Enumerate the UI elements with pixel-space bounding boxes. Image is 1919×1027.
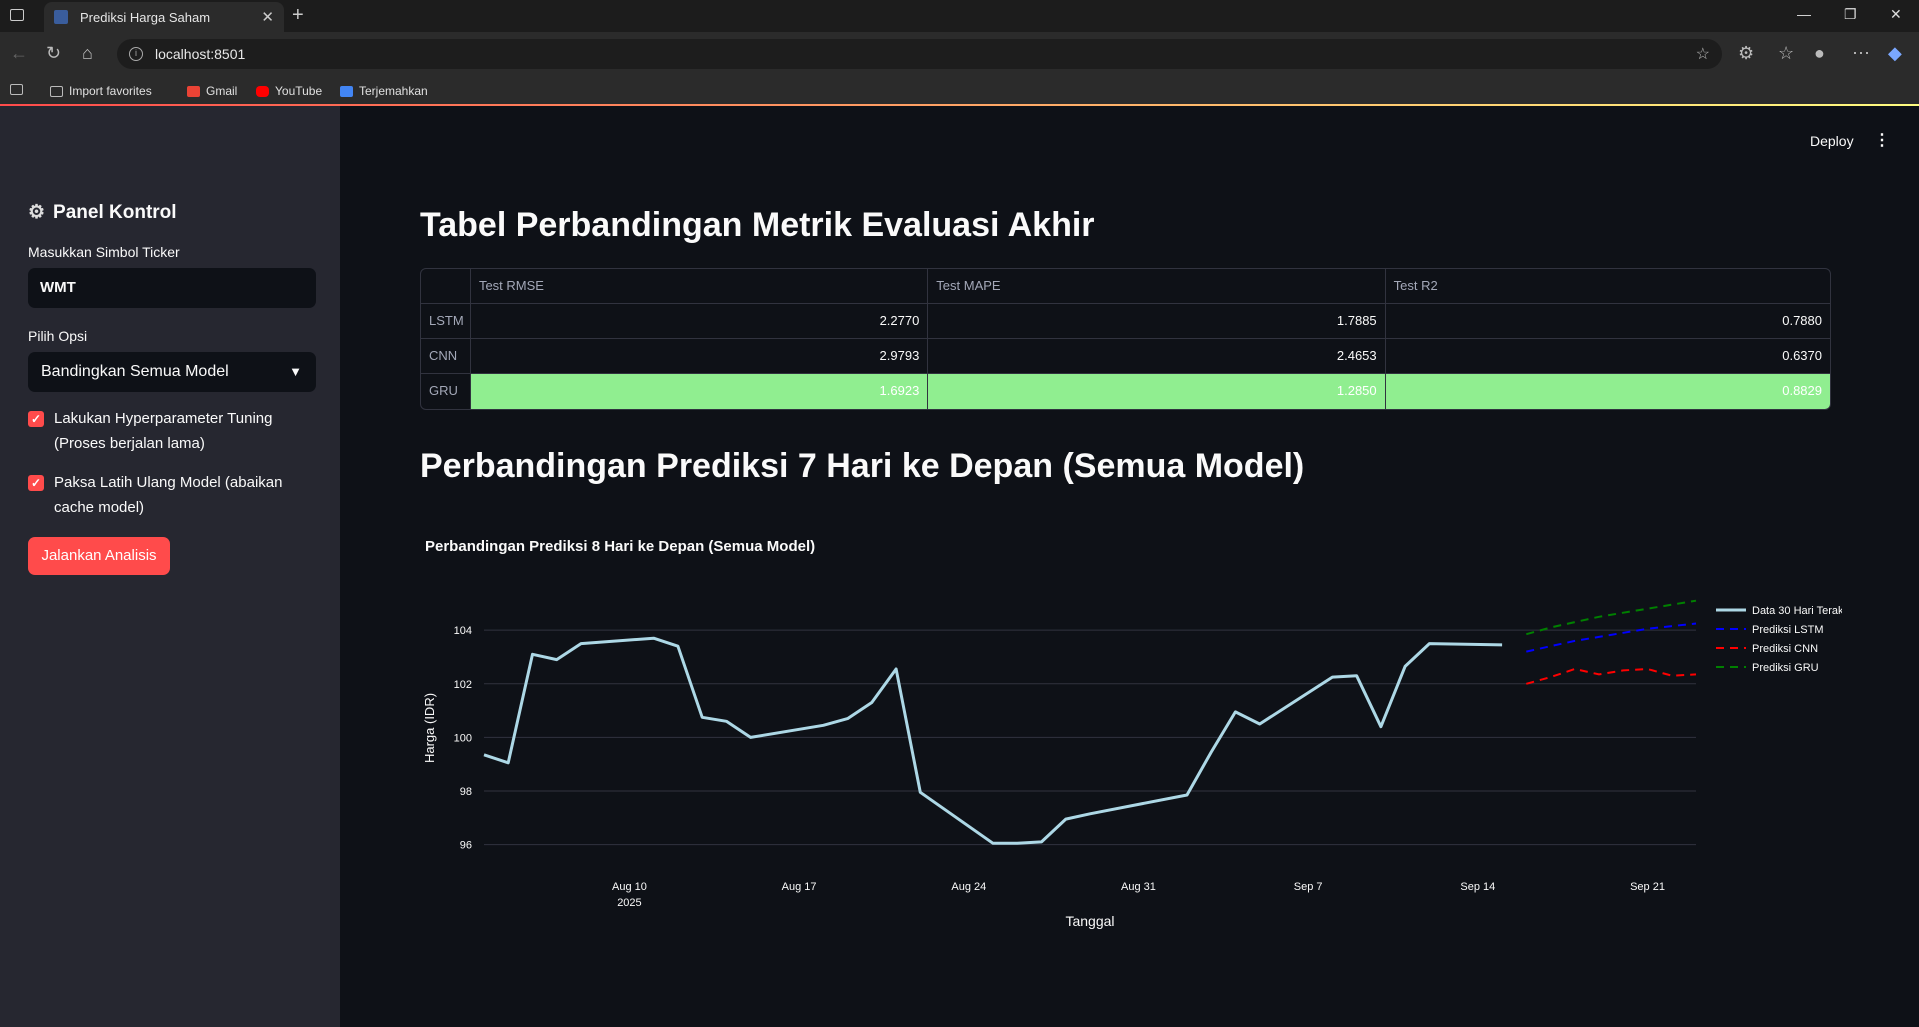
- y-axis-label: Harga (IDR): [422, 693, 437, 763]
- tab-bar: Prediksi Harga Saham ✕ + — ❐ ✕: [0, 0, 1919, 32]
- y-tick-label: 102: [454, 679, 472, 691]
- x-axis-label: Tanggal: [1065, 913, 1114, 929]
- series-line-prediksi-gru: [1526, 599, 1697, 636]
- nav-bar: ← ↻ ⌂ i localhost:8501 ☆ ⚙ ☆ ● ⋯ ◆: [0, 32, 1919, 76]
- series-line-prediksi-lstm: [1526, 622, 1697, 653]
- bookmark-youtube[interactable]: YouTube: [256, 84, 322, 98]
- table-row: LSTM 2.2770 1.7885 0.7880: [421, 304, 1830, 339]
- reload-icon[interactable]: ↻: [46, 43, 61, 64]
- forecast-chart: Perbandingan Prediksi 8 Hari ke Depan (S…: [422, 538, 1842, 958]
- legend-label: Prediksi GRU: [1752, 662, 1819, 674]
- forecast-heading: Perbandingan Prediksi 7 Hari ke Depan (S…: [420, 447, 1305, 485]
- x-tick-label: Aug 10: [612, 881, 647, 893]
- favorite-star-icon[interactable]: ☆: [1696, 44, 1710, 64]
- deploy-button[interactable]: Deploy: [1810, 133, 1854, 149]
- address-bar[interactable]: i localhost:8501 ☆: [117, 39, 1722, 69]
- column-header[interactable]: Test RMSE: [471, 269, 929, 303]
- column-header[interactable]: Test MAPE: [928, 269, 1386, 303]
- table-cell: 2.2770: [471, 304, 929, 338]
- bookmarks-bar: Import favorites Gmail YouTube Terjemahk…: [0, 76, 1919, 106]
- table-cell: 2.9793: [471, 339, 929, 373]
- info-icon[interactable]: i: [129, 47, 143, 61]
- table-cell: 2.4653: [928, 339, 1386, 373]
- browser-chrome: Prediksi Harga Saham ✕ + — ❐ ✕ ← ↻ ⌂ i l…: [0, 0, 1919, 106]
- x-tick-label: Aug 31: [1121, 881, 1156, 893]
- gear-icon: ⚙: [28, 202, 46, 223]
- series-line-prediksi-cnn: [1526, 668, 1697, 685]
- x-tick-label: Sep 21: [1630, 881, 1665, 893]
- table-row: GRU 1.6923 1.2850 0.8829: [421, 374, 1830, 409]
- y-tick-label: 96: [460, 840, 472, 852]
- option-label: Pilih Opsi: [28, 328, 88, 344]
- restore-icon[interactable]: ❐: [1844, 6, 1857, 23]
- option-select[interactable]: Bandingkan Semua Model ▼: [28, 352, 316, 392]
- table-cell: 0.7880: [1782, 313, 1822, 328]
- series-line-data-30-hari-terakhir: [483, 636, 1503, 845]
- url-text: localhost:8501: [155, 46, 246, 62]
- chart-svg[interactable]: 96 98 100 102 104 Aug 10 2025 Aug 17 Aug 24 Aug 3…: [422, 538, 1842, 958]
- table-cell-highlighted: 1.6923: [470, 374, 929, 409]
- new-tab-icon[interactable]: +: [292, 4, 304, 27]
- table-header-row: Test RMSE Test MAPE Test R2: [421, 269, 1830, 304]
- y-tick-label: 100: [454, 732, 472, 744]
- import-icon: [50, 85, 63, 97]
- run-analysis-button[interactable]: Jalankan Analisis: [28, 537, 170, 575]
- row-index: CNN: [421, 339, 471, 373]
- x-tick-label: Aug 17: [782, 881, 817, 893]
- close-window-icon[interactable]: ✕: [1890, 6, 1902, 23]
- main-content: Deploy ⋮ Tabel Perbandingan Metrik Evalu…: [340, 106, 1919, 1027]
- y-tick-label: 104: [454, 625, 472, 637]
- tab-title: Prediksi Harga Saham: [80, 9, 211, 25]
- close-tab-icon[interactable]: ✕: [261, 8, 274, 26]
- bookmark-import-favorites[interactable]: Import favorites: [50, 84, 152, 98]
- copilot-icon[interactable]: ◆: [1888, 43, 1902, 64]
- row-index: GRU: [421, 374, 471, 409]
- table-row: CNN 2.9793 2.4653 0.6370: [421, 339, 1830, 374]
- legend-label: Prediksi CNN: [1752, 643, 1818, 655]
- chart-favicon-icon: [54, 10, 68, 24]
- metrics-table: Test RMSE Test MAPE Test R2 LSTM 2.2770 …: [420, 268, 1831, 410]
- bookmark-translate[interactable]: Terjemahkan: [340, 84, 428, 98]
- profile-avatar-icon[interactable]: ●: [1814, 43, 1825, 64]
- extensions-icon[interactable]: ⚙: [1738, 43, 1754, 64]
- ticker-input[interactable]: WMT: [28, 268, 316, 308]
- tab-actions-icon[interactable]: [10, 9, 24, 21]
- chevron-down-icon: ▼: [289, 364, 302, 379]
- bookmark-menu-icon[interactable]: [10, 84, 29, 95]
- sidebar: ⚙ Panel Kontrol Masukkan Simbol Ticker W…: [0, 106, 340, 1027]
- minimize-icon[interactable]: —: [1797, 6, 1811, 22]
- x-tick-sublabel: 2025: [617, 897, 641, 909]
- main-menu-icon[interactable]: ⋮: [1874, 130, 1890, 150]
- table-cell-highlighted: 1.2850: [928, 374, 1386, 409]
- legend-label: Prediksi LSTM: [1752, 624, 1824, 636]
- legend-label: Data 30 Hari Terakhir: [1752, 605, 1842, 617]
- tuning-checkbox-label[interactable]: Lakukan Hyperparameter Tuning (Proses be…: [54, 406, 304, 456]
- table-heading: Tabel Perbandingan Metrik Evaluasi Akhir: [420, 206, 1095, 244]
- column-header[interactable]: [421, 269, 471, 303]
- sidebar-title: ⚙ Panel Kontrol: [28, 201, 177, 224]
- column-header[interactable]: Test R2: [1386, 269, 1830, 303]
- table-cell-highlighted: 0.8829: [1385, 374, 1830, 409]
- more-menu-icon[interactable]: ⋯: [1852, 43, 1870, 64]
- retrain-checkbox-label[interactable]: Paksa Latih Ulang Model (abaikan cache m…: [54, 470, 304, 520]
- table-cell: 1.7885: [928, 304, 1386, 338]
- option-select-value: Bandingkan Semua Model: [41, 363, 229, 380]
- youtube-icon: [256, 85, 269, 97]
- back-icon[interactable]: ←: [10, 43, 28, 64]
- ticker-label: Masukkan Simbol Ticker: [28, 244, 180, 260]
- bookmark-gmail[interactable]: Gmail: [187, 84, 237, 98]
- favorites-icon[interactable]: ☆: [1778, 43, 1794, 64]
- x-tick-label: Sep 14: [1460, 881, 1495, 893]
- translate-icon: [340, 85, 353, 97]
- browser-tab[interactable]: Prediksi Harga Saham ✕: [44, 2, 284, 32]
- x-tick-label: Aug 24: [951, 881, 986, 893]
- y-tick-label: 98: [460, 786, 472, 798]
- table-cell: 0.6370: [1782, 348, 1822, 363]
- x-tick-label: Sep 7: [1294, 881, 1323, 893]
- gmail-icon: [187, 85, 200, 97]
- retrain-checkbox[interactable]: ✓: [28, 475, 44, 491]
- home-icon[interactable]: ⌂: [82, 43, 93, 64]
- tuning-checkbox[interactable]: ✓: [28, 411, 44, 427]
- row-index: LSTM: [421, 304, 471, 338]
